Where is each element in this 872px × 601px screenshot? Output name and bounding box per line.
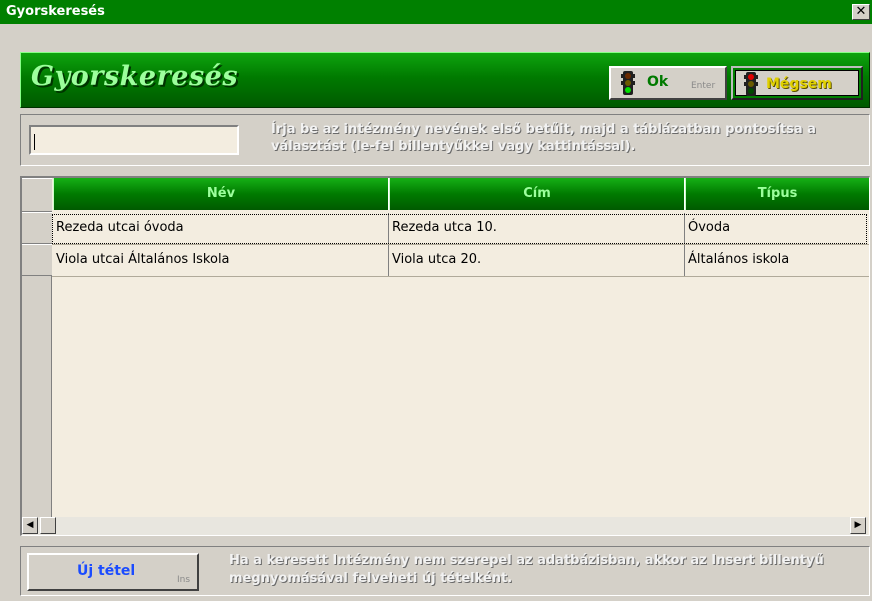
corner-cell	[22, 178, 52, 212]
header-band: Gyorskeresés Ok Enter Mégsem	[20, 52, 870, 108]
table-cell[interactable]: Rezeda utca 10.	[389, 213, 685, 244]
column-header-cim[interactable]: Cím	[389, 178, 685, 210]
arrow-left-icon: ◀	[26, 520, 34, 530]
scroll-right-button[interactable]: ▶	[850, 517, 866, 534]
new-item-label: Új tétel	[77, 563, 136, 579]
header-title: Gyorskeresés	[31, 61, 239, 92]
table-cell[interactable]: Óvoda	[685, 213, 869, 244]
search-instructions: Írja be az intézmény nevének első betűit…	[271, 122, 816, 154]
footer-panel: Új tétel Ins Ha a keresett Intézmény nem…	[20, 546, 870, 596]
title-bar: Gyorskeresés ✕	[0, 0, 872, 24]
column-header-tipus[interactable]: Típus	[685, 178, 869, 210]
ok-button-label: Ok	[647, 74, 669, 90]
search-panel: Írja be az intézmény nevének első betűit…	[20, 114, 870, 166]
text-caret	[34, 134, 35, 150]
cancel-button[interactable]: Mégsem	[731, 66, 863, 100]
traffic-light-icon	[744, 72, 758, 96]
cancel-button-face: Mégsem	[735, 70, 859, 96]
arrow-right-icon: ▶	[854, 520, 862, 530]
close-button[interactable]: ✕	[852, 4, 870, 20]
row-divider	[52, 276, 869, 277]
table-cell[interactable]: Viola utca 20.	[389, 245, 685, 276]
table-cell[interactable]: Viola utcai Általános Iskola	[53, 245, 389, 276]
column-header-nev[interactable]: Név	[53, 178, 389, 210]
scroll-left-button[interactable]: ◀	[22, 517, 38, 534]
ok-button[interactable]: Ok Enter	[609, 66, 727, 100]
horizontal-scrollbar[interactable]: ◀ ▶	[22, 517, 868, 535]
row-indicator-column	[22, 178, 52, 518]
table-cell[interactable]: Rezeda utcai óvoda	[53, 213, 389, 244]
search-input[interactable]	[29, 125, 239, 155]
new-item-button[interactable]: Új tétel Ins	[27, 553, 199, 591]
table-cell[interactable]: Általános iskola	[685, 245, 869, 276]
scrollbar-thumb[interactable]	[40, 517, 56, 534]
window-title: Gyorskeresés	[6, 4, 105, 19]
footer-instructions: Ha a keresett Intézmény nem szerepel az …	[229, 553, 824, 586]
cancel-button-label: Mégsem	[766, 76, 832, 92]
traffic-light-icon	[621, 71, 635, 95]
ok-shortcut-hint: Enter	[691, 81, 716, 91]
new-item-shortcut-hint: Ins	[177, 575, 191, 585]
close-icon: ✕	[855, 4, 867, 19]
row-indicator[interactable]	[22, 244, 52, 276]
row-indicator[interactable]	[22, 212, 52, 244]
results-table: Név Cím Típus Rezeda utcai óvoda Rezeda …	[20, 176, 870, 536]
